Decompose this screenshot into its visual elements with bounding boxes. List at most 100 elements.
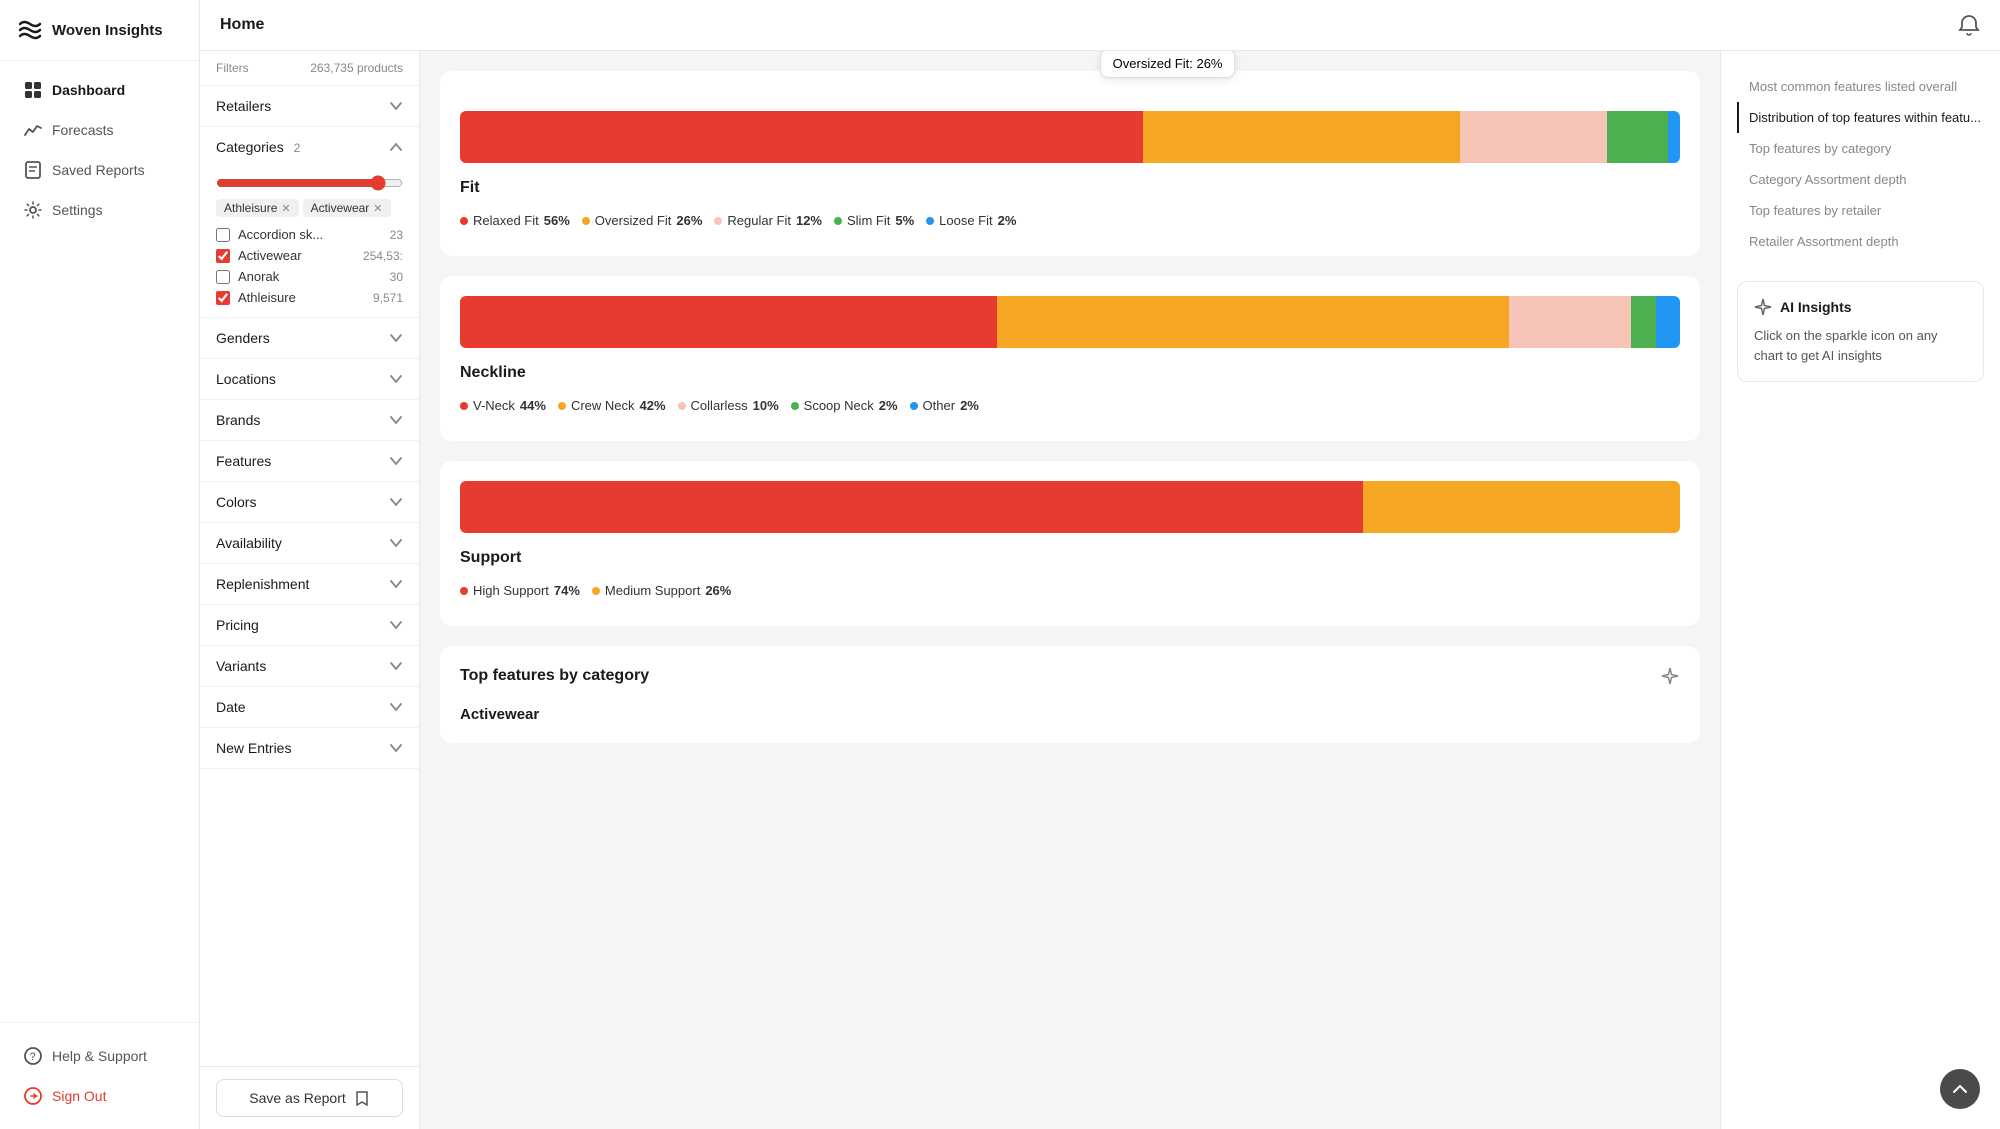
filter-section-colors-label: Colors [216,494,256,510]
filter-section-features-label: Features [216,453,271,469]
filter-section-genders-header[interactable]: Genders [200,318,419,358]
neckline-dot-scoop [791,402,799,410]
right-nav-retailer-assortment[interactable]: Retailer Assortment depth [1737,226,1984,257]
filter-section-locations-header[interactable]: Locations [200,359,419,399]
neckline-segment-vneck [460,296,997,348]
filter-section-new-entries-label: New Entries [216,740,291,756]
neckline-dot-other [910,402,918,410]
category-num-athleisure: 9,571 [373,291,403,305]
category-item-activewear: Activewear 254,53: [216,248,403,263]
fit-segment-regular [1460,111,1606,163]
filter-section-pricing-header[interactable]: Pricing [200,605,419,645]
filter-section-brands: Brands [200,400,419,441]
ai-insights-card: AI Insights Click on the sparkle icon on… [1737,281,1984,382]
category-checkbox-activewear[interactable] [216,249,230,263]
filter-section-categories: Categories 2 Athleisure ✕ [200,127,419,318]
availability-chevron-icon [389,536,403,550]
category-name-accordion: Accordion sk... [238,227,382,242]
logo: Woven Insights [0,0,199,61]
neckline-segment-crew [997,296,1509,348]
filter-section-availability-header[interactable]: Availability [200,523,419,563]
right-nav-cat-assortment[interactable]: Category Assortment depth [1737,164,1984,195]
category-items: Accordion sk... 23 Activewear 254,53: An… [216,227,403,305]
genders-chevron-icon [389,331,403,345]
sparkle-icon[interactable] [1660,666,1680,686]
pricing-chevron-icon [389,618,403,632]
support-chart-card: Support High Support 74% Medium Support … [440,461,1700,626]
sidebar-item-dashboard-label: Dashboard [52,82,125,98]
retailers-chevron-icon [389,99,403,113]
categories-slider[interactable] [216,175,403,191]
tag-list: Athleisure ✕ Activewear ✕ [216,199,403,217]
filter-section-features-header[interactable]: Features [200,441,419,481]
filter-section-replenishment-header[interactable]: Replenishment [200,564,419,604]
filter-section-colors-header[interactable]: Colors [200,482,419,522]
neckline-legend-vneck: V-Neck 44% [460,398,546,413]
category-checkbox-athleisure[interactable] [216,291,230,305]
filter-section-locations-label: Locations [216,371,276,387]
neckline-segment-scoop [1631,296,1655,348]
sidebar-item-saved-reports[interactable]: Saved Reports [8,151,191,189]
right-nav-most-common[interactable]: Most common features listed overall [1737,71,1984,102]
sidebar-item-signout[interactable]: Sign Out [8,1077,191,1115]
signout-icon [24,1087,42,1105]
filter-section-categories-header[interactable]: Categories 2 [200,127,419,167]
filter-section-variants-header[interactable]: Variants [200,646,419,686]
sidebar-item-forecasts[interactable]: Forecasts [8,111,191,149]
category-item-athleisure: Athleisure 9,571 [216,290,403,305]
filter-section-new-entries-header[interactable]: New Entries [200,728,419,768]
fit-title: Fit [460,179,1680,197]
support-title: Support [460,549,1680,567]
date-chevron-icon [389,700,403,714]
filter-section-availability-label: Availability [216,535,282,551]
category-checkbox-accordion[interactable] [216,228,230,242]
save-report-button[interactable]: Save as Report [216,1079,403,1117]
support-segment-high [460,481,1363,533]
variants-chevron-icon [389,659,403,673]
top-features-card: Top features by category Activewear [440,646,1700,743]
sidebar-item-signout-label: Sign Out [52,1088,106,1104]
sidebar-item-forecasts-label: Forecasts [52,122,113,138]
support-dot-high [460,587,468,595]
main-content: Oversized Fit: 26% Fit [420,51,1720,1129]
scroll-to-top-button[interactable] [1940,1069,1980,1109]
categories-count-badge: 2 [294,141,301,155]
filter-section-date: Date [200,687,419,728]
filter-section-date-header[interactable]: Date [200,687,419,727]
tag-athleisure-remove[interactable]: ✕ [281,202,290,215]
tag-activewear-remove[interactable]: ✕ [373,202,382,215]
fit-dot-oversized [582,217,590,225]
right-nav-top-by-cat[interactable]: Top features by category [1737,133,1984,164]
sidebar-item-settings[interactable]: Settings [8,191,191,229]
right-nav-distribution[interactable]: Distribution of top features within feat… [1737,102,1984,133]
filter-bottom: Save as Report [200,1066,419,1129]
activewear-label: Activewear [460,702,1680,723]
filter-list: Retailers Categories 2 [200,86,419,1066]
neckline-legend: V-Neck 44% Crew Neck 42% Collarless 10% … [460,398,1680,413]
categories-content: Athleisure ✕ Activewear ✕ Accordi [200,167,419,317]
ai-insights-title: AI Insights [1754,298,1967,316]
colors-chevron-icon [389,495,403,509]
sidebar-item-help-label: Help & Support [52,1048,147,1064]
category-checkbox-anorak[interactable] [216,270,230,284]
sidebar-item-dashboard[interactable]: Dashboard [8,71,191,109]
right-nav-top-by-retailer[interactable]: Top features by retailer [1737,195,1984,226]
logo-icon [16,16,44,44]
support-stacked-bar [460,481,1680,533]
filter-section-retailers-header[interactable]: Retailers [200,86,419,126]
filter-header: Filters 263,735 products [200,51,419,86]
notification-bell-icon[interactable] [1958,14,1980,36]
fit-legend-regular: Regular Fit 12% [714,213,822,228]
neckline-segment-other [1656,296,1680,348]
support-segment-medium [1363,481,1680,533]
sidebar-nav: Dashboard Forecasts Saved Reports Settin… [0,61,199,1022]
tag-athleisure-label: Athleisure [224,201,277,215]
neckline-chart-card: Neckline V-Neck 44% Crew Neck 42% Collar… [440,276,1700,441]
filter-section-brands-header[interactable]: Brands [200,400,419,440]
filter-section-genders-label: Genders [216,330,270,346]
sidebar-item-saved-reports-label: Saved Reports [52,162,145,178]
sidebar-item-help[interactable]: ? Help & Support [8,1037,191,1075]
forecasts-icon [24,121,42,139]
filter-section-replenishment: Replenishment [200,564,419,605]
fit-bar-wrapper: Oversized Fit: 26% [460,111,1680,163]
